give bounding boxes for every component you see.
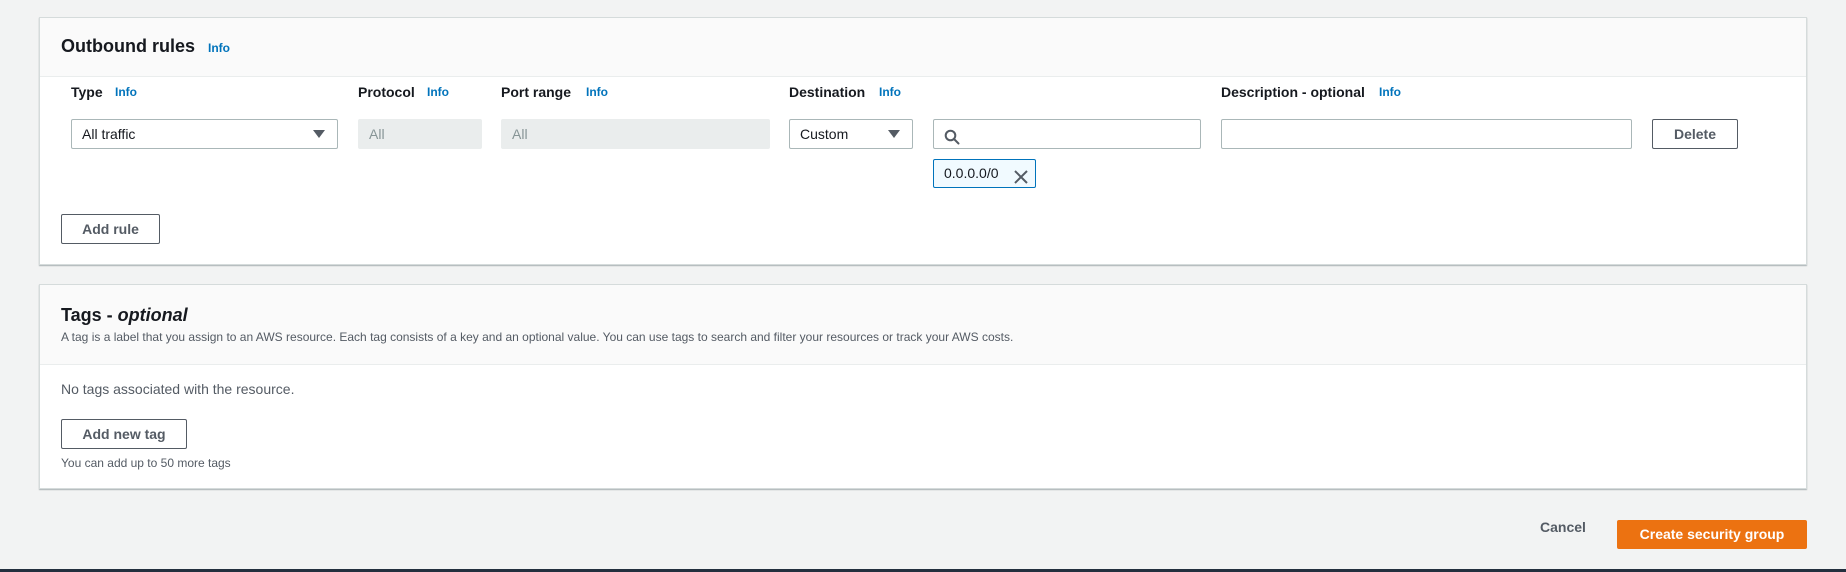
- cancel-button[interactable]: Cancel: [1528, 519, 1598, 535]
- search-icon: [944, 126, 960, 145]
- type-info-link[interactable]: Info: [115, 85, 137, 99]
- caret-down-icon: [888, 130, 900, 138]
- description-input[interactable]: [1221, 119, 1632, 149]
- caret-down-icon: [313, 130, 325, 138]
- tags-empty-text: No tags associated with the resource.: [61, 381, 295, 397]
- type-column-label: Type: [71, 84, 103, 100]
- protocol-field: All: [358, 119, 482, 149]
- type-select-value: All traffic: [82, 126, 136, 142]
- destination-select-value: Custom: [800, 126, 849, 142]
- outbound-rules-panel: Outbound rules Info Type Info Protocol I…: [39, 17, 1807, 265]
- tags-description: A tag is a label that you assign to an A…: [61, 330, 1014, 344]
- destination-select[interactable]: Custom: [789, 119, 913, 149]
- close-icon[interactable]: [1014, 166, 1028, 184]
- tags-header: [40, 285, 1806, 365]
- delete-rule-button[interactable]: Delete: [1652, 119, 1738, 149]
- destination-column-label: Destination: [789, 84, 866, 100]
- cidr-token-label: 0.0.0.0/0: [944, 165, 999, 181]
- type-select[interactable]: All traffic: [71, 119, 338, 149]
- port-range-field-value: All: [512, 126, 528, 142]
- tags-title: Tags - optional: [61, 305, 188, 326]
- outbound-rules-title: Outbound rules: [61, 36, 195, 56]
- outbound-rules-header: [40, 18, 1806, 77]
- outbound-rules-info-link[interactable]: Info: [208, 41, 230, 55]
- port-range-column-label: Port range: [501, 84, 572, 100]
- tags-title-text: Tags -: [61, 305, 118, 325]
- port-range-info-link[interactable]: Info: [586, 85, 608, 99]
- description-column-label: Description - optional: [1221, 84, 1365, 100]
- destination-info-link[interactable]: Info: [879, 85, 901, 99]
- create-security-group-button[interactable]: Create security group: [1617, 520, 1807, 549]
- add-rule-button[interactable]: Add rule: [61, 214, 160, 244]
- add-new-tag-button[interactable]: Add new tag: [61, 419, 187, 449]
- tags-panel: Tags - optional A tag is a label that yo…: [39, 284, 1807, 489]
- protocol-info-link[interactable]: Info: [427, 85, 449, 99]
- description-info-link[interactable]: Info: [1379, 85, 1401, 99]
- port-range-field: All: [501, 119, 770, 149]
- protocol-column-label: Protocol: [358, 84, 415, 100]
- tags-title-optional: optional: [117, 305, 188, 325]
- cidr-token: 0.0.0.0/0: [933, 159, 1036, 188]
- cidr-search-input[interactable]: [933, 119, 1201, 149]
- tags-limit-text: You can add up to 50 more tags: [61, 456, 231, 470]
- protocol-field-value: All: [369, 126, 385, 142]
